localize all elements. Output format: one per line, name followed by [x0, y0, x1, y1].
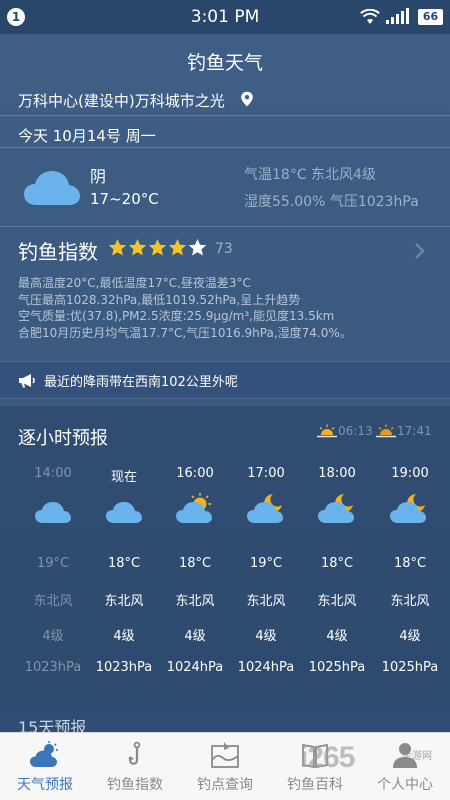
hour-temp: 19°C — [249, 556, 283, 571]
tab-profile[interactable]: 个人中心 — [360, 733, 450, 800]
tab-label: 个人中心 — [377, 777, 433, 793]
hour-pressure: 1023hPa — [24, 660, 82, 675]
moon-cloud-icon — [390, 494, 426, 523]
fishing-info-line: 空气质量:优(37.8),PM2.5浓度:25.9μg/m³,能见度13.5km — [18, 309, 335, 323]
today-temp-wind: 气温18°C 东北风4级 — [244, 167, 376, 183]
today-date: 今天 10月14号 周一 — [18, 127, 156, 145]
hour-wind: 东北风 — [104, 594, 144, 609]
sunset-icon — [376, 424, 396, 438]
hour-temp: 18°C — [107, 556, 141, 571]
cloud-icon — [24, 171, 80, 205]
tab-weather[interactable]: 天气预报 — [0, 733, 90, 800]
battery-level: 66 — [418, 9, 443, 25]
fishing-info-line: 气压最高1028.32hPa,最低1019.52hPa,呈上升趋势 — [18, 293, 301, 307]
today-condition: 阴 — [90, 167, 107, 186]
hour-pressure: 1025hPa — [308, 660, 366, 675]
watermark-logo: i265 — [300, 741, 355, 774]
hour-wind: 东北风 — [317, 594, 357, 609]
star-icon — [108, 238, 127, 256]
sunrise-icon — [317, 424, 337, 438]
sun-cloud-icon — [176, 493, 212, 523]
cloud-icon — [106, 502, 142, 523]
fishing-info-line: 最高温度20°C,最低温度17°C,昼夜温差3°C — [18, 276, 251, 290]
hour-wind: 东北风 — [175, 594, 215, 609]
hour-time: 现在 — [110, 470, 137, 485]
hour-pressure: 1025hPa — [381, 660, 439, 675]
sunrise-time: 06:13 — [338, 424, 373, 438]
hour-wind: 东北风 — [33, 594, 73, 609]
page-title: 钓鱼天气 — [186, 52, 263, 74]
spot-icon — [211, 742, 239, 768]
wifi-icon — [360, 9, 380, 24]
star-empty-icon — [188, 238, 207, 256]
hourly-title: 逐小时预报 — [18, 428, 108, 449]
star-icon — [128, 238, 147, 256]
hour-time: 16:00 — [176, 466, 214, 481]
cloud-icon — [35, 502, 71, 523]
fishing-index-title: 钓鱼指数 — [18, 240, 98, 264]
weather-icon — [30, 741, 58, 767]
star-icon — [168, 238, 187, 256]
tab-label: 钓点查询 — [197, 777, 253, 793]
divider — [0, 115, 450, 116]
star-rating — [108, 238, 207, 257]
hour-pressure: 1024hPa — [237, 660, 295, 675]
signal-icon — [386, 8, 409, 24]
hour-pressure: 1023hPa — [95, 660, 153, 675]
hour-temp: 18°C — [393, 556, 427, 571]
rain-notice-banner[interactable]: 最近的降雨带在西南102公里外呢 — [0, 361, 450, 399]
tab-fishing-index[interactable]: 钓鱼指数 — [90, 733, 180, 800]
moon-cloud-icon — [318, 494, 354, 523]
hour-temp: 18°C — [320, 556, 354, 571]
hook-icon — [128, 741, 141, 765]
hour-wind-level: 4级 — [184, 629, 206, 644]
bottom-tab-bar: 天气预报 钓鱼指数 钓点查询 钓鱼百科 个人中心 — [0, 732, 450, 800]
fishing-info-line: 合肥10月历史月均气温17.7°C,气压1016.9hPa,湿度74.0%。 — [18, 326, 352, 340]
hour-wind: 东北风 — [390, 594, 430, 609]
watermark-subtext: 手游网 — [402, 751, 432, 762]
location-pin-icon[interactable] — [240, 91, 254, 107]
divider — [0, 226, 450, 227]
hour-time: 14:00 — [34, 466, 72, 481]
fishing-index-score: 73 — [215, 241, 233, 257]
hour-time: 19:00 — [391, 466, 429, 481]
star-icon — [148, 238, 167, 256]
moon-cloud-icon — [247, 494, 283, 523]
divider — [0, 147, 450, 148]
hour-wind-level: 4级 — [255, 629, 277, 644]
hour-wind-level: 4级 — [113, 629, 135, 644]
hour-time: 17:00 — [247, 466, 285, 481]
hour-wind: 东北风 — [246, 594, 286, 609]
status-time: 3:01 PM — [190, 7, 260, 27]
tab-label: 钓鱼百科 — [287, 777, 343, 793]
megaphone-icon — [19, 374, 35, 388]
hour-wind-level: 4级 — [42, 629, 64, 644]
sunset-time: 17:41 — [397, 424, 432, 438]
tab-label: 天气预报 — [17, 777, 73, 793]
hour-wind-level: 4级 — [399, 629, 421, 644]
hour-temp: 18°C — [178, 556, 212, 571]
location-name[interactable]: 万科中心(建设中)万科城市之光 — [18, 90, 225, 111]
today-humidity-pressure: 湿度55.00% 气压1023hPa — [244, 194, 419, 210]
tab-fishing-spot[interactable]: 钓点查询 — [180, 733, 270, 800]
hour-wind-level: 4级 — [326, 629, 348, 644]
tab-label: 钓鱼指数 — [107, 777, 163, 793]
today-temp-range: 17~20°C — [90, 190, 159, 208]
rain-notice-text: 最近的降雨带在西南102公里外呢 — [44, 375, 238, 390]
hour-time: 18:00 — [318, 466, 356, 481]
status-bar: 1 3:01 PM 66 — [0, 0, 450, 34]
chevron-right-icon[interactable] — [414, 242, 426, 260]
hour-temp: 19°C — [36, 556, 70, 571]
hour-pressure: 1024hPa — [166, 660, 224, 675]
